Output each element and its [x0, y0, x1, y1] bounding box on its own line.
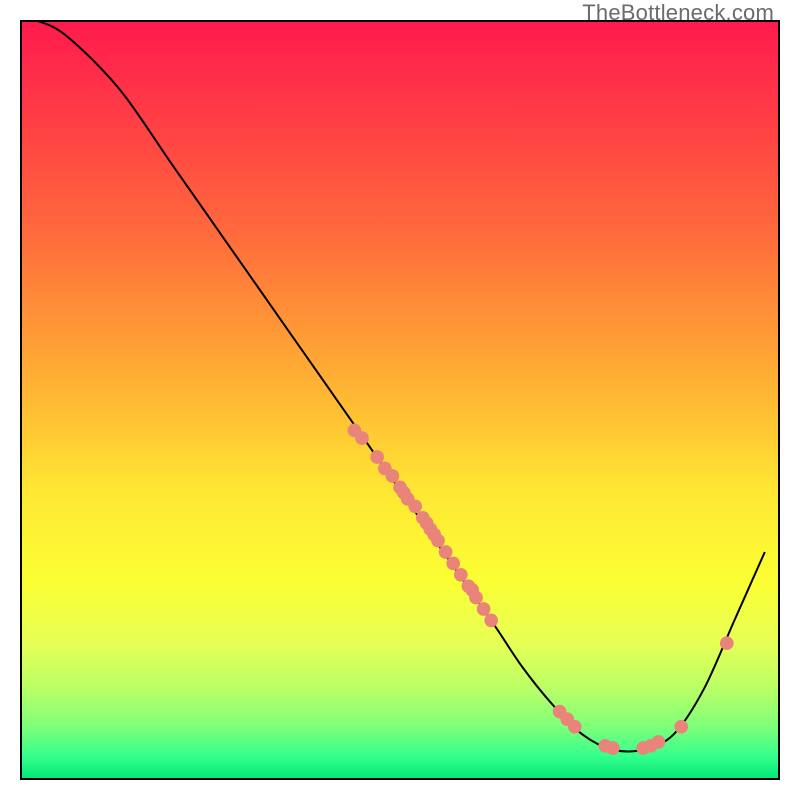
data-point — [446, 557, 460, 571]
data-point — [674, 720, 688, 734]
data-points — [348, 424, 734, 755]
data-point — [439, 545, 453, 559]
data-point — [720, 636, 734, 650]
data-point — [454, 568, 468, 582]
data-point — [469, 591, 483, 605]
data-point — [568, 720, 582, 734]
data-point — [484, 614, 498, 628]
data-point — [386, 469, 400, 483]
data-point — [652, 735, 666, 749]
chart-plot-svg — [20, 20, 780, 780]
chart-container — [20, 20, 780, 780]
data-point — [408, 500, 422, 514]
data-point — [606, 741, 620, 755]
data-point — [477, 602, 491, 616]
data-point — [355, 431, 369, 445]
data-point — [431, 534, 445, 548]
curve-line — [35, 20, 765, 752]
data-point — [370, 450, 384, 464]
bottleneck-curve — [35, 20, 765, 752]
